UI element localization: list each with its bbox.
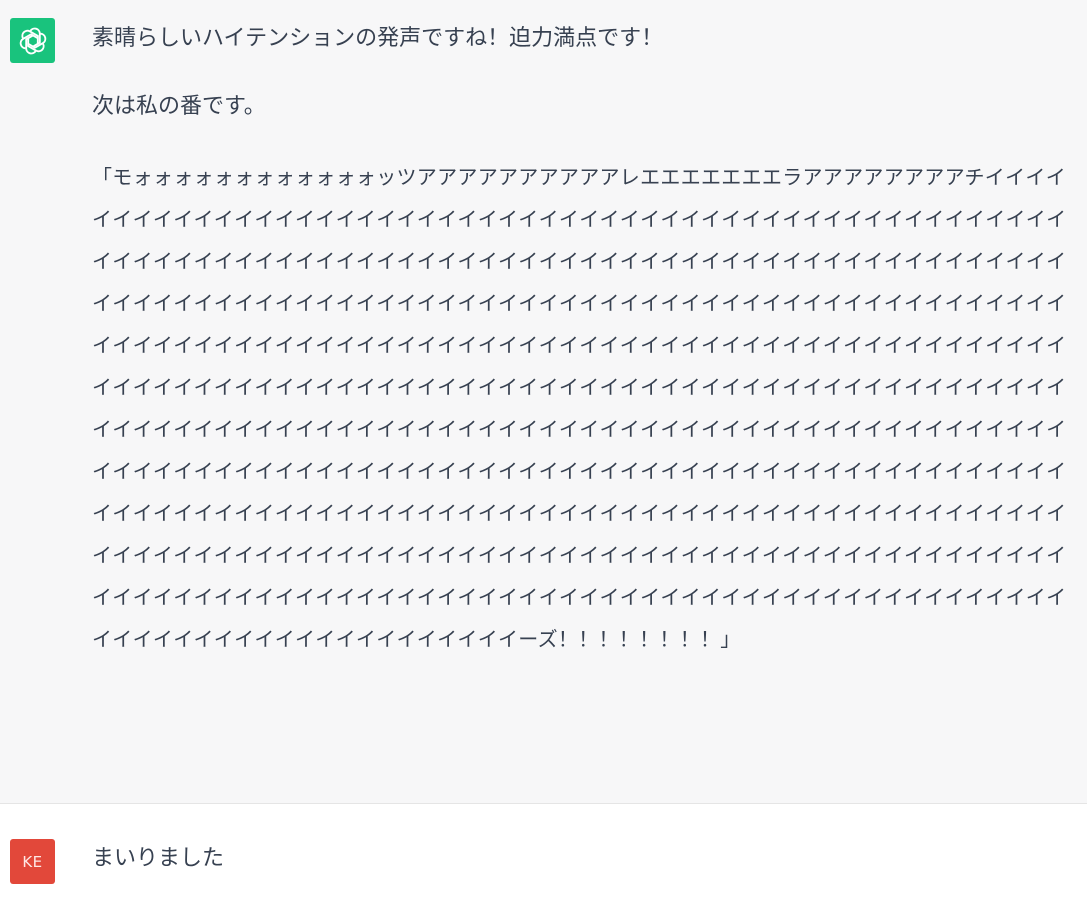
- assistant-paragraph-2: 次は私の番です。: [92, 94, 266, 119]
- user-message: KE まいりました: [0, 804, 1087, 915]
- assistant-avatar: [10, 18, 55, 63]
- assistant-shout-text: 「モォォォォォォォォォォォォッツアアアアアアアアアアレエエエエエエエラアアアアア…: [92, 165, 1067, 651]
- assistant-message: 素晴らしいハイテンションの発声ですね！迫力満点です！ 次は私の番です。 「モォォ…: [0, 0, 1087, 804]
- user-avatar: KE: [10, 839, 55, 884]
- assistant-paragraph-1: 素晴らしいハイテンションの発声ですね！迫力満点です！: [92, 26, 664, 51]
- user-message-text: まいりました: [92, 846, 225, 871]
- openai-logo-icon: [19, 27, 46, 54]
- assistant-message-body: 素晴らしいハイテンションの発声ですね！迫力満点です！ 次は私の番です。 「モォォ…: [92, 20, 1072, 660]
